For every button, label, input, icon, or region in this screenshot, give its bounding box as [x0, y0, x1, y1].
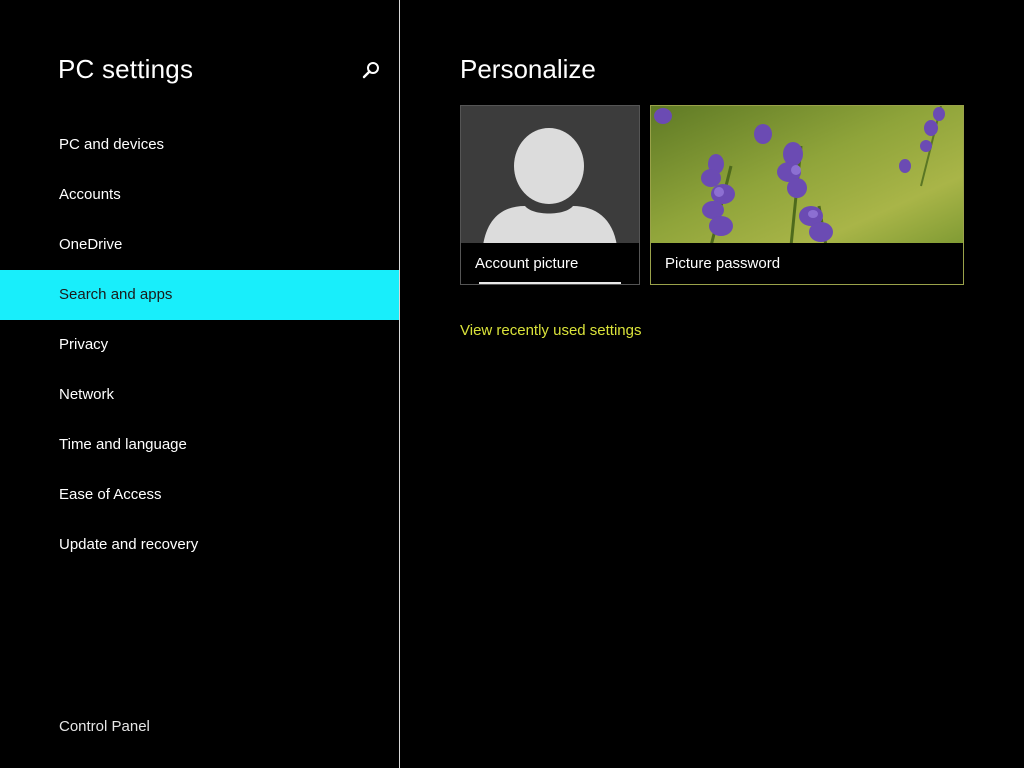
- view-recent-settings-link[interactable]: View recently used settings: [460, 322, 642, 339]
- pc-settings-window: PC settings PC and devices Accounts OneD…: [0, 0, 1024, 768]
- lavender-flowers-image: [651, 106, 963, 246]
- sidebar-item-accounts[interactable]: Accounts: [0, 170, 399, 220]
- sidebar-item-pc-and-devices[interactable]: PC and devices: [0, 120, 399, 170]
- search-icon: [362, 62, 379, 79]
- control-panel-link[interactable]: Control Panel: [59, 718, 150, 735]
- sidebar-nav: PC and devices Accounts OneDrive Search …: [0, 120, 399, 570]
- sidebar-item-onedrive[interactable]: OneDrive: [0, 220, 399, 270]
- account-picture-label: Account picture: [461, 243, 639, 284]
- page-title: Personalize: [460, 54, 596, 84]
- sidebar: PC settings PC and devices Accounts OneD…: [0, 0, 400, 768]
- sidebar-title: PC settings: [58, 54, 194, 84]
- sidebar-item-search-and-apps[interactable]: Search and apps: [0, 270, 399, 320]
- sidebar-item-update-and-recovery[interactable]: Update and recovery: [0, 520, 399, 570]
- search-button[interactable]: [360, 60, 382, 82]
- sidebar-item-ease-of-access[interactable]: Ease of Access: [0, 470, 399, 520]
- sidebar-item-network[interactable]: Network: [0, 370, 399, 420]
- picture-password-tile[interactable]: Picture password: [650, 105, 964, 285]
- user-silhouette-icon: [483, 128, 617, 246]
- sidebar-item-privacy[interactable]: Privacy: [0, 320, 399, 370]
- tile-focus-bar: [479, 282, 621, 284]
- sidebar-item-time-and-language[interactable]: Time and language: [0, 420, 399, 470]
- account-picture-tile[interactable]: Account picture: [460, 105, 640, 285]
- picture-password-label: Picture password: [651, 243, 963, 284]
- main-content: Personalize Account picture Picture pass…: [400, 0, 1024, 768]
